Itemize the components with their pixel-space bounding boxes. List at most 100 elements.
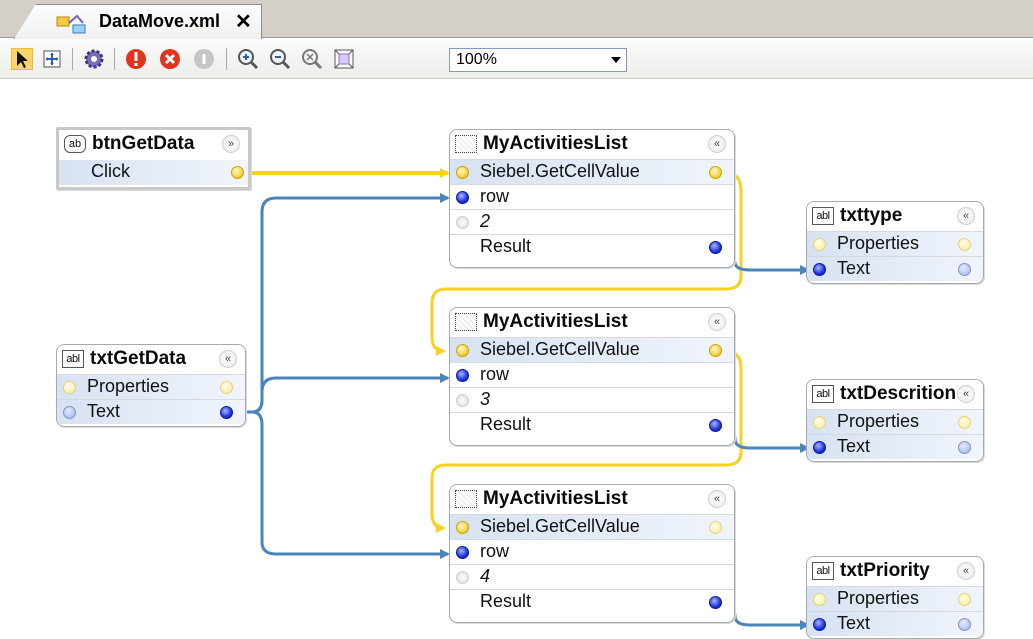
node-myactivitieslist-1[interactable]: MyActivitiesList « Siebel.GetCellValue r…	[449, 129, 735, 268]
list-control-icon	[455, 313, 477, 331]
wire-text-to-row1	[237, 193, 450, 414]
xml-file-icon	[55, 13, 91, 39]
method-row: Siebel.GetCellValue	[450, 159, 734, 184]
text-row: Text	[807, 611, 983, 636]
text-output-port[interactable]	[220, 406, 233, 419]
parameter-input-port[interactable]	[456, 191, 469, 204]
zoom-reset-icon[interactable]	[298, 45, 326, 73]
collapse-chevron-icon[interactable]: «	[708, 490, 726, 508]
zoom-out-icon[interactable]	[266, 45, 294, 73]
parameter-input-port[interactable]	[456, 369, 469, 382]
text-input-port[interactable]	[813, 618, 826, 631]
properties-row: Properties	[57, 374, 245, 399]
parameter-value[interactable]: 3	[480, 389, 490, 410]
cancel-red-icon[interactable]	[156, 45, 184, 73]
node-btngetdata[interactable]: ab btnGetData » Click	[56, 127, 251, 190]
parameter-value[interactable]: 2	[480, 211, 490, 232]
expand-chevron-icon[interactable]: »	[222, 135, 240, 153]
pointer-icon[interactable]	[8, 45, 36, 73]
properties-row: Properties	[807, 409, 983, 434]
collapse-chevron-icon[interactable]: «	[957, 562, 975, 580]
properties-row: Properties	[807, 231, 983, 256]
properties-input-port[interactable]	[813, 593, 826, 606]
collapse-chevron-icon[interactable]: «	[957, 385, 975, 403]
textbox-control-icon: abl	[812, 385, 834, 403]
parameter-row: row	[450, 184, 734, 209]
document-tab-strip: DataMove.xml ✕	[0, 0, 1033, 39]
node-myactivitieslist-2[interactable]: MyActivitiesList « Siebel.GetCellValue r…	[449, 307, 735, 446]
method-output-port[interactable]	[709, 521, 722, 534]
method-input-port[interactable]	[456, 344, 469, 357]
method-output-port[interactable]	[709, 344, 722, 357]
parameter-value-row[interactable]: 4	[450, 564, 734, 589]
text-row: Text	[807, 434, 983, 459]
node-txttype[interactable]: abl txttype « Properties Text	[806, 201, 984, 284]
parameter-value-row[interactable]: 2	[450, 209, 734, 234]
textbox-control-icon: abl	[812, 562, 834, 580]
collapse-chevron-icon[interactable]: «	[708, 313, 726, 331]
wire-text-to-row2	[251, 373, 450, 414]
collapse-chevron-icon[interactable]: «	[219, 350, 237, 368]
text-row: Text	[807, 256, 983, 281]
result-output-port[interactable]	[709, 241, 722, 254]
properties-input-port[interactable]	[813, 416, 826, 429]
dropdown-arrow-icon[interactable]	[606, 49, 626, 71]
result-label: Result	[480, 414, 532, 434]
properties-input-port[interactable]	[813, 238, 826, 251]
collapse-chevron-icon[interactable]: «	[957, 207, 975, 225]
textbox-control-icon: abl	[812, 207, 834, 225]
parameter-label: row	[480, 186, 510, 206]
properties-output-port[interactable]	[958, 416, 971, 429]
fit-to-window-icon[interactable]	[38, 45, 66, 73]
parameter-value[interactable]: 4	[480, 566, 490, 587]
zoom-fit-icon[interactable]	[330, 45, 358, 73]
method-row: Siebel.GetCellValue	[450, 337, 734, 362]
parameter-input-port[interactable]	[456, 546, 469, 559]
node-txtdescrition[interactable]: abl txtDescrition « Properties Text	[806, 379, 984, 462]
settings-gear-icon[interactable]	[80, 45, 108, 73]
text-input-port[interactable]	[63, 406, 76, 419]
node-title: txtPriority	[840, 560, 930, 581]
list-control-icon	[455, 135, 477, 153]
method-input-port[interactable]	[456, 166, 469, 179]
properties-row: Properties	[807, 586, 983, 611]
method-output-port[interactable]	[709, 166, 722, 179]
stop-red-icon[interactable]	[122, 45, 150, 73]
text-input-port[interactable]	[813, 263, 826, 276]
event-output-port[interactable]	[231, 166, 244, 179]
node-myactivitieslist-3[interactable]: MyActivitiesList « Siebel.GetCellValue r…	[449, 484, 735, 623]
close-tab-icon[interactable]: ✕	[235, 9, 252, 34]
disabled-gray-icon[interactable]	[190, 45, 218, 73]
node-txtgetdata[interactable]: abl txtGetData « Properties Text	[56, 344, 246, 427]
text-output-port[interactable]	[958, 618, 971, 631]
text-input-port[interactable]	[813, 441, 826, 454]
text-row: Text	[57, 399, 245, 424]
properties-output-port[interactable]	[958, 593, 971, 606]
event-label: Click	[91, 161, 130, 181]
node-txtpriority[interactable]: abl txtPriority « Properties Text	[806, 556, 984, 639]
zoom-level-select[interactable]: 100%	[449, 48, 627, 72]
tab-datamove-xml[interactable]: DataMove.xml ✕	[14, 4, 262, 39]
text-output-port[interactable]	[958, 441, 971, 454]
text-output-port[interactable]	[958, 263, 971, 276]
node-title: txtDescrition	[840, 383, 957, 404]
zoom-in-icon[interactable]	[234, 45, 262, 73]
wire-text-to-row3	[251, 410, 450, 559]
result-row: Result	[450, 412, 734, 437]
text-label: Text	[837, 258, 871, 278]
properties-output-port[interactable]	[958, 238, 971, 251]
parameter-row: row	[450, 539, 734, 564]
properties-input-port[interactable]	[63, 381, 76, 394]
result-output-port[interactable]	[709, 419, 722, 432]
text-label: Text	[837, 613, 871, 633]
method-row: Siebel.GetCellValue	[450, 514, 734, 539]
properties-label: Properties	[837, 233, 920, 253]
properties-output-port[interactable]	[220, 381, 233, 394]
result-label: Result	[480, 591, 532, 611]
parameter-value-row[interactable]: 3	[450, 387, 734, 412]
result-output-port[interactable]	[709, 596, 722, 609]
node-title: MyActivitiesList	[483, 488, 628, 509]
collapse-chevron-icon[interactable]: «	[708, 135, 726, 153]
method-input-port[interactable]	[456, 521, 469, 534]
result-row: Result	[450, 234, 734, 259]
